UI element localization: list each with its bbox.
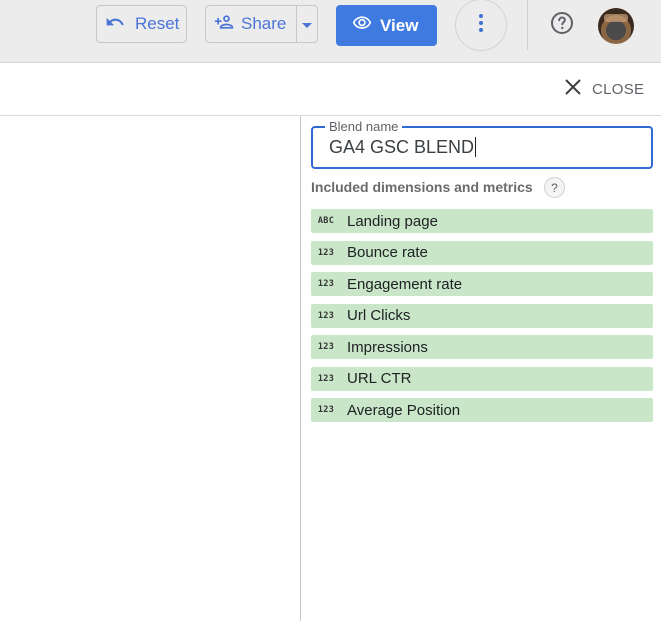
undo-icon: [105, 12, 125, 37]
field-type-icon: 123: [317, 373, 335, 384]
person-add-icon: [214, 12, 234, 37]
field-type-icon: 123: [317, 247, 335, 258]
field-label: Bounce rate: [347, 244, 428, 261]
reset-button[interactable]: Reset: [96, 5, 187, 43]
share-button[interactable]: Share: [206, 6, 296, 42]
field-chip[interactable]: 123 URL CTR: [311, 366, 653, 391]
view-button[interactable]: View: [336, 5, 437, 46]
field-type-icon: ABC: [317, 216, 335, 226]
field-type-icon: 123: [317, 405, 335, 415]
field-label: Impressions: [347, 338, 428, 356]
field-label: Average Position: [347, 401, 461, 419]
reset-label: Reset: [135, 14, 180, 33]
avatar[interactable]: [598, 8, 634, 44]
field-type-icon: 123: [317, 342, 335, 352]
more-vert-icon: [478, 13, 484, 38]
blend-name-field[interactable]: Blend name GA4 GSC BLEND: [311, 119, 653, 169]
blend-settings-panel: Blend name GA4 GSC BLEND Included dimens…: [300, 116, 661, 621]
view-label: View: [380, 15, 419, 35]
close-button[interactable]: CLOSE: [564, 78, 644, 100]
field-chip[interactable]: 123 Bounce rate: [311, 240, 653, 265]
field-chip[interactable]: 123 Url Clicks: [311, 303, 653, 328]
close-icon: [564, 78, 582, 100]
field-label: Engagement rate: [347, 275, 463, 293]
blend-canvas: [0, 116, 300, 621]
chevron-down-icon: [302, 14, 312, 34]
field-chip[interactable]: 123 Engagement rate: [311, 272, 653, 296]
blend-name-input[interactable]: GA4 GSC BLEND: [329, 137, 477, 157]
field-label: Landing page: [347, 212, 438, 230]
toolbar-divider: [527, 0, 528, 50]
field-chip[interactable]: 123 Average Position: [311, 398, 653, 422]
share-button-group: Share: [205, 5, 318, 43]
eye-icon: [352, 13, 372, 38]
field-label: URL CTR: [347, 370, 412, 387]
included-fields-heading: Included dimensions and metrics: [311, 179, 533, 195]
more-options-button[interactable]: [455, 0, 507, 51]
close-label: CLOSE: [592, 80, 645, 98]
top-toolbar: Reset Share View: [0, 0, 661, 63]
share-dropdown-button[interactable]: [297, 6, 317, 42]
help-icon: [550, 11, 574, 40]
share-label: Share: [241, 14, 287, 33]
field-label: Url Clicks: [347, 307, 411, 324]
field-type-icon: 123: [317, 279, 335, 289]
field-chip[interactable]: ABC Landing page: [311, 209, 653, 233]
included-fields-list: ABC Landing page 123 Bounce rate 123 Eng…: [311, 209, 653, 430]
field-chip[interactable]: 123 Impressions: [311, 335, 653, 359]
help-button[interactable]: [549, 11, 575, 40]
panel-header: CLOSE: [0, 63, 661, 116]
blend-name-legend: Blend name: [325, 119, 403, 134]
included-help-icon[interactable]: ?: [544, 177, 565, 198]
field-type-icon: 123: [317, 310, 335, 321]
